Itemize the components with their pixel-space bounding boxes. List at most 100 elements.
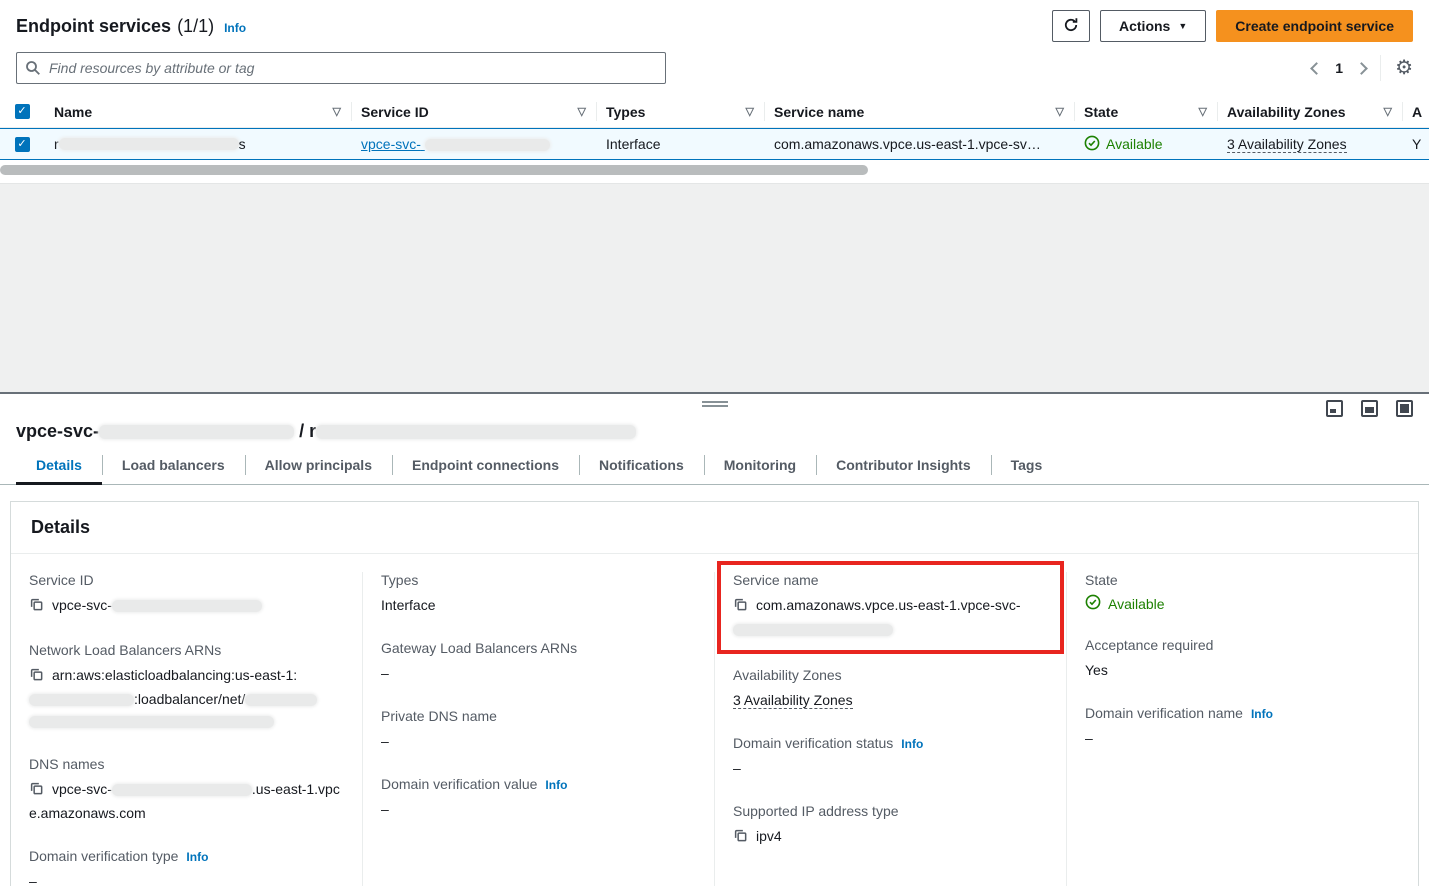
- acceptance-required-label: Acceptance required: [1085, 637, 1213, 653]
- header-checkbox-cell: ✓: [0, 96, 44, 127]
- domain-verification-status-label: Domain verification status: [733, 735, 893, 751]
- column-header-name-label: Name: [54, 104, 92, 120]
- details-card-heading: Details: [11, 502, 1418, 554]
- row-acceptance-value: Y: [1412, 136, 1421, 152]
- search-input[interactable]: [16, 52, 666, 84]
- tab-notifications[interactable]: Notifications: [579, 452, 704, 484]
- create-endpoint-service-button[interactable]: Create endpoint service: [1216, 10, 1413, 42]
- column-header-state-label: State: [1084, 104, 1118, 120]
- panel-layout-full-icon[interactable]: [1396, 400, 1413, 417]
- copy-icon[interactable]: [29, 666, 44, 688]
- tab-load-balancers[interactable]: Load balancers: [102, 452, 245, 484]
- page-number[interactable]: 1: [1335, 60, 1343, 76]
- select-all-checkbox[interactable]: ✓: [15, 104, 30, 119]
- tab-details[interactable]: Details: [16, 452, 102, 484]
- domain-verification-value-value: –: [381, 798, 696, 820]
- tab-tags[interactable]: Tags: [991, 452, 1063, 484]
- create-endpoint-service-label: Create endpoint service: [1235, 18, 1394, 34]
- row-checkbox-cell: ✓: [0, 129, 44, 159]
- info-link[interactable]: Info: [901, 737, 923, 751]
- filter-icon[interactable]: ▽: [1199, 105, 1207, 118]
- panel-tabs: Details Load balancers Allow principals …: [0, 452, 1429, 485]
- search-icon: [25, 60, 41, 79]
- table-row[interactable]: ✓ r s vpce-svc- Interface com.amazonaws.…: [0, 128, 1429, 160]
- field-nlb-arns: Network Load Balancers ARNs arn:aws:elas…: [29, 642, 344, 732]
- filter-icon[interactable]: ▽: [333, 105, 341, 118]
- column-header-acceptance[interactable]: A: [1402, 96, 1429, 127]
- column-header-name[interactable]: Name ▽: [44, 96, 351, 127]
- domain-verification-name-label: Domain verification name: [1085, 705, 1243, 721]
- availability-zones-link[interactable]: 3 Availability Zones: [1227, 136, 1347, 153]
- actions-button[interactable]: Actions ▼: [1100, 10, 1206, 42]
- domain-verification-type-label: Domain verification type: [29, 848, 178, 864]
- column-header-availability-zones[interactable]: Availability Zones ▽: [1217, 96, 1402, 127]
- row-name-text: r: [54, 136, 59, 152]
- actions-button-label: Actions: [1119, 18, 1170, 34]
- panel-layout-bottom-icon[interactable]: [1361, 400, 1378, 417]
- tab-endpoint-connections[interactable]: Endpoint connections: [392, 452, 579, 484]
- check-circle-icon: [1084, 135, 1100, 154]
- column-header-state[interactable]: State ▽: [1074, 96, 1217, 127]
- page-next-icon[interactable]: [1355, 62, 1368, 75]
- redacted-service-id: [425, 139, 550, 151]
- tab-allow-principals[interactable]: Allow principals: [245, 452, 392, 484]
- redacted-dns-id: [112, 784, 252, 796]
- info-link[interactable]: Info: [1251, 707, 1273, 721]
- service-id-link[interactable]: vpce-svc-: [361, 136, 550, 152]
- column-header-service-id[interactable]: Service ID ▽: [351, 96, 596, 127]
- nlb-arn-part2: :loadbalancer/net/: [134, 691, 245, 707]
- redacted-service-name-id: [733, 624, 893, 636]
- availability-zones-detail-link[interactable]: 3 Availability Zones: [733, 692, 853, 709]
- pager-divider: [1380, 55, 1381, 81]
- copy-icon[interactable]: [733, 596, 748, 618]
- page-title: Endpoint services: [16, 16, 171, 37]
- info-link[interactable]: Info: [186, 850, 208, 864]
- refresh-button[interactable]: [1052, 10, 1090, 42]
- endpoint-services-list-section: Endpoint services (1/1) Info Actions ▼ C…: [0, 0, 1429, 392]
- copy-icon[interactable]: [733, 827, 748, 849]
- column-header-types[interactable]: Types ▽: [596, 96, 764, 127]
- row-state-cell: Available: [1074, 129, 1217, 159]
- details-column-3: Service name com.amazonaws.vpce.us-east-…: [714, 572, 1066, 886]
- page-prev-icon[interactable]: [1310, 62, 1323, 75]
- column-header-service-name-label: Service name: [774, 104, 864, 120]
- page-info-link[interactable]: Info: [224, 21, 246, 35]
- field-service-name-highlighted: Service name com.amazonaws.vpce.us-east-…: [717, 561, 1064, 654]
- info-link[interactable]: Info: [545, 778, 567, 792]
- filter-icon[interactable]: ▽: [578, 105, 586, 118]
- field-service-id: Service ID vpce-svc-: [29, 572, 344, 618]
- settings-gear-icon[interactable]: ⚙: [1395, 58, 1413, 78]
- panel-layout-split-icon[interactable]: [1326, 400, 1343, 417]
- search-row: 1 ⚙: [0, 46, 1429, 84]
- tab-monitoring[interactable]: Monitoring: [704, 452, 816, 484]
- row-service-name-value: com.amazonaws.vpce.us-east-1.vpce-sv…: [774, 136, 1041, 152]
- domain-verification-value-label: Domain verification value: [381, 776, 537, 792]
- table-header-row: ✓ Name ▽ Service ID ▽ Types ▽ Service na…: [0, 96, 1429, 128]
- acceptance-required-value: Yes: [1085, 659, 1400, 681]
- domain-verification-type-value: –: [29, 870, 344, 886]
- availability-zones-label: Availability Zones: [733, 667, 842, 683]
- copy-icon[interactable]: [29, 596, 44, 618]
- copy-icon[interactable]: [29, 780, 44, 802]
- column-header-az-label: Availability Zones: [1227, 104, 1346, 120]
- horizontal-scrollbar-thumb[interactable]: [0, 165, 868, 175]
- filter-icon[interactable]: ▽: [1056, 105, 1064, 118]
- row-service-name-cell: com.amazonaws.vpce.us-east-1.vpce-sv…: [764, 129, 1074, 159]
- page-count: (1/1): [177, 16, 214, 37]
- tab-contributor-insights[interactable]: Contributor Insights: [816, 452, 991, 484]
- filter-icon[interactable]: ▽: [746, 105, 754, 118]
- nlb-arn-part1: arn:aws:elasticloadbalancing:us-east-1:: [52, 667, 297, 683]
- panel-title-name: r: [309, 421, 316, 441]
- field-dns-names: DNS names vpce-svc-.us-east-1.vpce.amazo…: [29, 756, 344, 824]
- field-domain-verification-name: Domain verification name Info –: [1085, 705, 1400, 749]
- private-dns-label: Private DNS name: [381, 708, 497, 724]
- row-types-cell: Interface: [596, 129, 764, 159]
- filter-icon[interactable]: ▽: [1384, 105, 1392, 118]
- redacted-title-id: [99, 425, 294, 439]
- column-header-service-name[interactable]: Service name ▽: [764, 96, 1074, 127]
- field-supported-ip: Supported IP address type ipv4: [733, 803, 1048, 849]
- row-checkbox[interactable]: ✓: [15, 137, 30, 152]
- search-box: [16, 52, 666, 84]
- refresh-icon: [1063, 17, 1079, 36]
- row-types-value: Interface: [606, 136, 660, 152]
